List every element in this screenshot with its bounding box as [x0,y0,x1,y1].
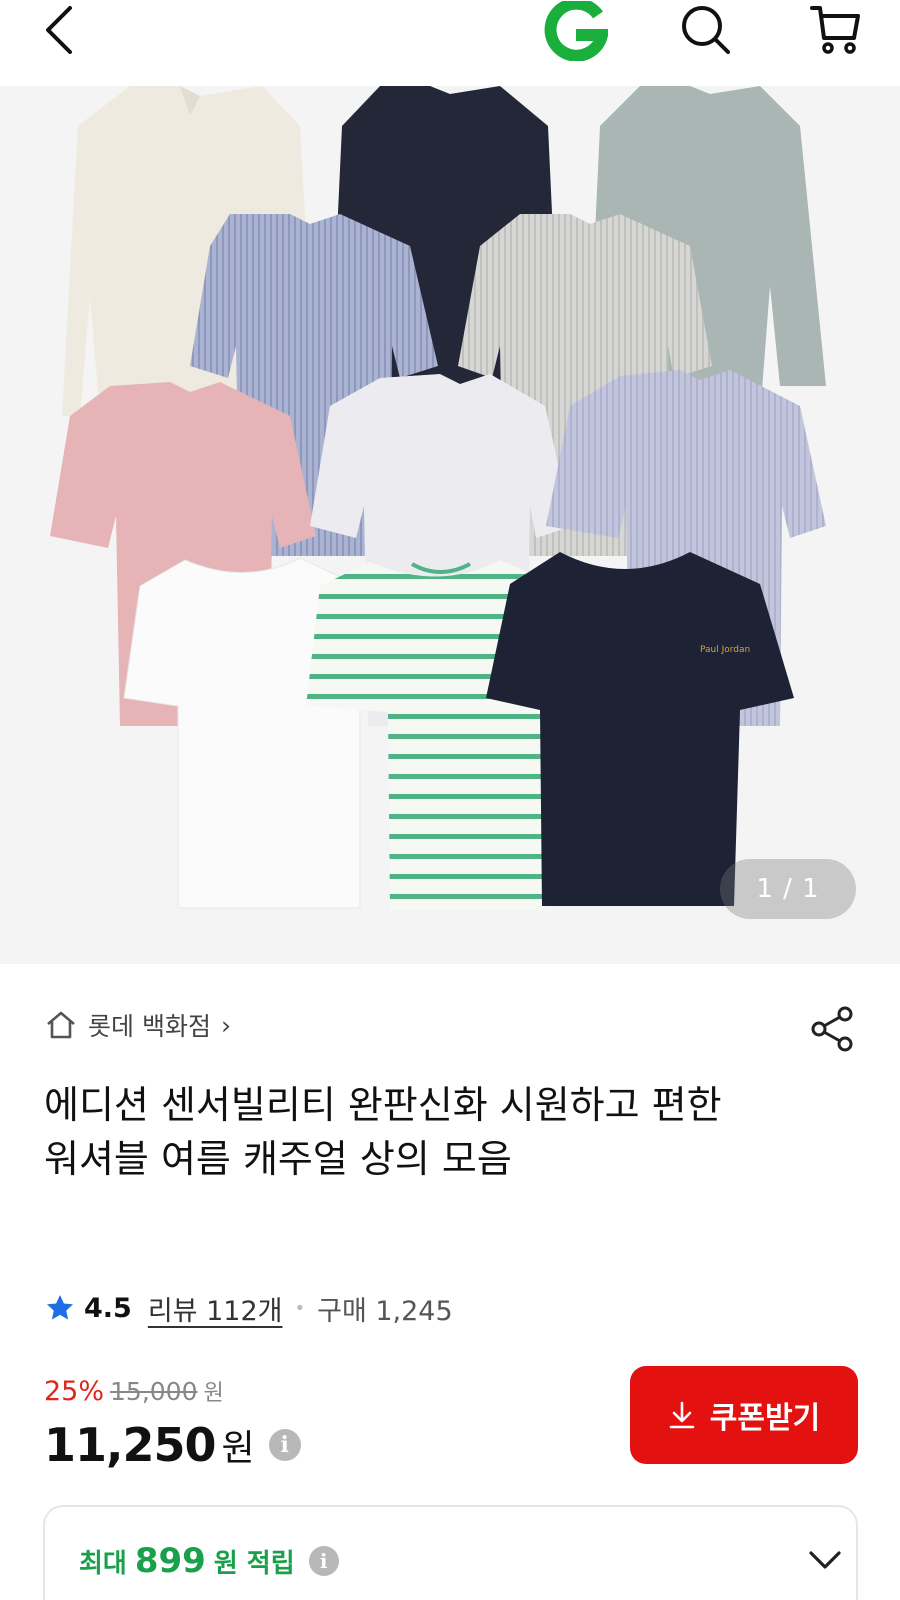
rating-row: 4.5 리뷰 112개 • 구매 1,245 [44,1286,453,1330]
product-image: Paul Jordan [50,86,826,910]
points-suffix: 원 적립 [213,1548,295,1579]
original-price-unit: 원 [203,1381,224,1406]
star-icon [47,1295,73,1320]
back-button[interactable] [30,0,90,60]
points-prefix: 최대 [79,1548,127,1579]
sale-price-unit: 원 [221,1428,255,1469]
original-price: 15,000 [110,1377,198,1406]
sale-price: 11,250 [44,1418,217,1472]
price-info-icon[interactable]: i [268,1429,301,1461]
seller-link[interactable]: 롯데 백화점 › [44,1005,231,1045]
points-info-icon[interactable]: i [308,1546,339,1576]
chevron-down-icon [809,1551,841,1569]
g-logo-icon [544,1,608,61]
review-count-link[interactable]: 리뷰 112개 [148,1289,283,1328]
product-title: 에디션 센서빌리티 완판신화 시원하고 편한 워셔블 여름 캐주얼 상의 모음 [44,1083,722,1181]
rating-value: 4.5 [84,1292,132,1324]
chevron-left-icon [46,6,72,54]
search-icon [682,6,730,54]
home-icon [47,1011,75,1039]
svg-text:Paul Jordan: Paul Jordan [700,645,750,655]
purchase-count: 구매 1,245 [317,1295,453,1327]
cart-icon [810,6,860,54]
image-counter: 1 / 1 [720,859,856,919]
coupon-label: 쿠폰받기 [709,1401,821,1436]
seller-name: 롯데 백화점 [88,1012,211,1041]
points-accordion[interactable]: 최대 899 원 적립 i [43,1505,858,1600]
product-image-gallery[interactable]: Paul Jordan 1 / 1 [0,86,900,964]
top-app-bar [0,0,900,86]
share-button[interactable] [808,1004,858,1054]
points-amount: 899 [134,1541,206,1581]
chevron-right-icon: › [220,1010,231,1040]
discount-row: 25% 15,000 원 [44,1375,224,1411]
gmarket-logo[interactable] [540,0,610,62]
coupon-download-button[interactable]: 쿠폰받기 [630,1366,858,1464]
price-row: 11,250 원 i [44,1416,301,1474]
share-icon [811,1006,853,1052]
cart-button[interactable] [806,0,866,60]
download-icon [669,1401,695,1429]
discount-rate: 25% [44,1376,105,1407]
points-summary: 최대 899 원 적립 i [79,1541,339,1581]
separator-dot: • [294,1297,306,1319]
search-button[interactable] [676,0,736,60]
